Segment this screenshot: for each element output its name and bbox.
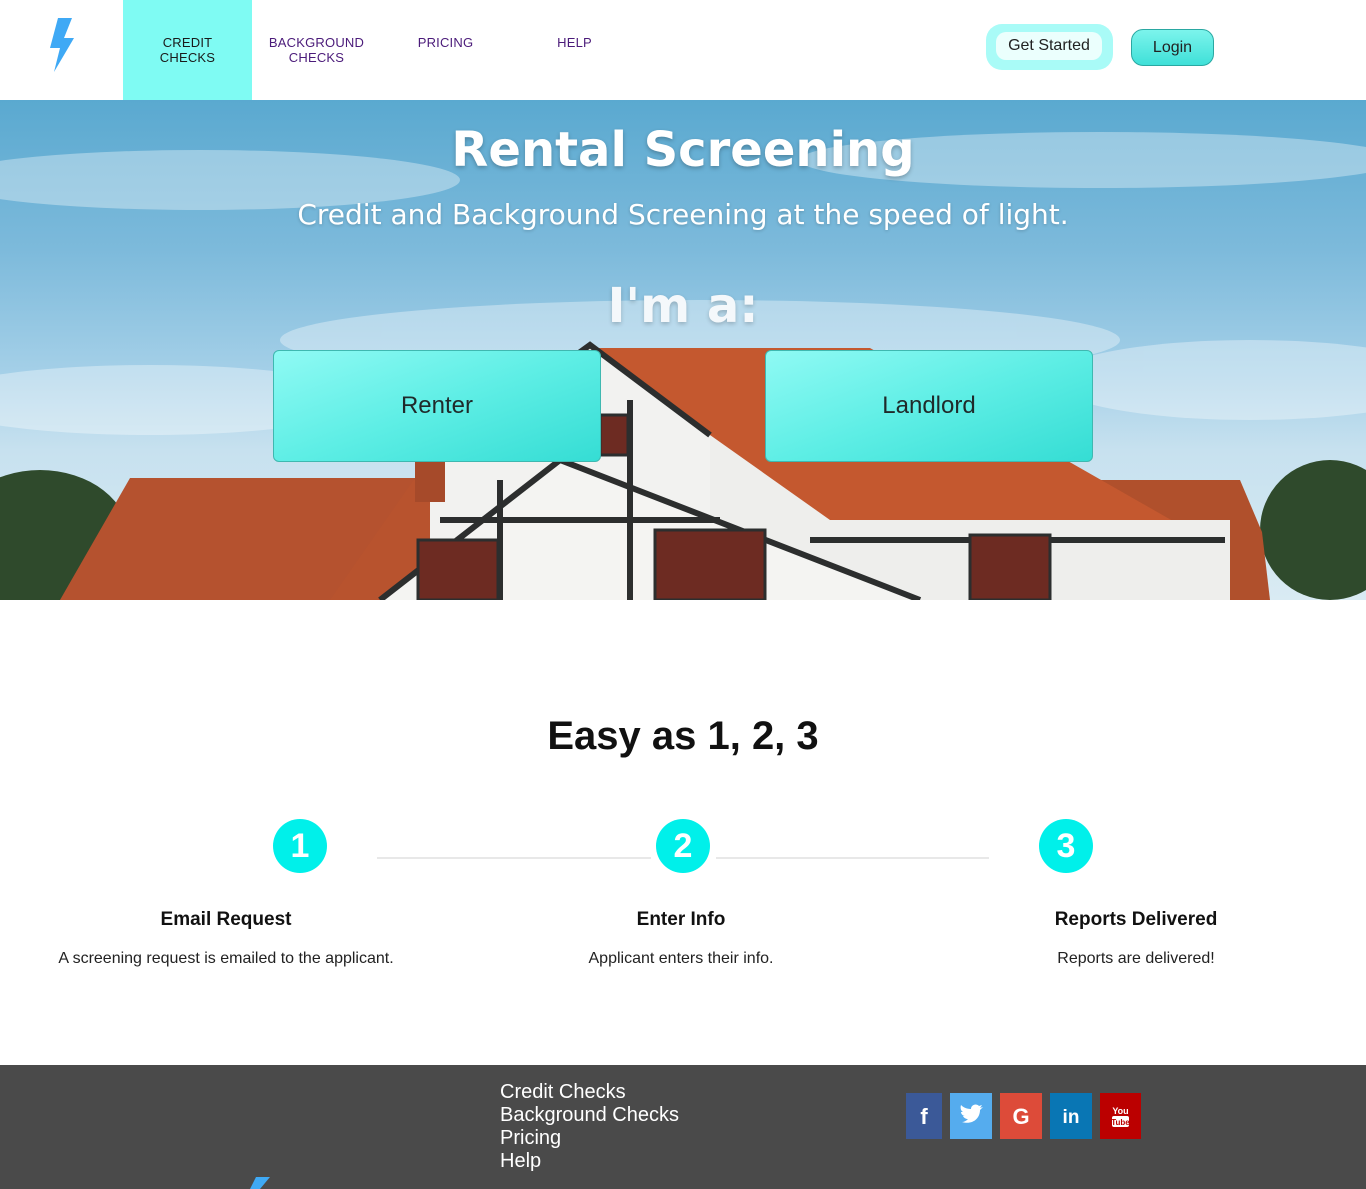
footer-link-help[interactable]: Help bbox=[500, 1150, 679, 1173]
step-1-heading: Email Request bbox=[160, 909, 292, 930]
footer-link-background-checks[interactable]: Background Checks bbox=[500, 1104, 679, 1127]
nav-background-checks-label-1: BACKGROUND bbox=[268, 35, 365, 50]
step-3-heading: Reports Delivered bbox=[1054, 909, 1218, 930]
login-button[interactable]: Login bbox=[1131, 29, 1214, 66]
step-1-text: A screening request is emailed to the ap… bbox=[58, 950, 394, 967]
step-3-badge: 3 bbox=[1039, 819, 1093, 873]
nav-help[interactable]: HELP bbox=[510, 0, 639, 100]
lightning-logo-icon[interactable] bbox=[44, 18, 82, 72]
get-started-button[interactable]: Get Started bbox=[986, 24, 1113, 70]
step-2-heading: Enter Info bbox=[636, 909, 726, 930]
footer-links: Credit Checks Background Checks Pricing … bbox=[500, 1081, 679, 1173]
footer-lightning-logo-icon bbox=[250, 1177, 270, 1189]
nav-credit-checks[interactable]: CREDIT CHECKS bbox=[123, 0, 252, 100]
step-3-text: Reports are delivered! bbox=[1057, 950, 1215, 967]
landlord-button[interactable]: Landlord bbox=[765, 350, 1093, 462]
hero-title: Rental Screening bbox=[451, 122, 915, 178]
footer-link-pricing[interactable]: Pricing bbox=[500, 1127, 679, 1150]
nav-credit-checks-label-1: CREDIT bbox=[162, 35, 213, 50]
hero-banner: Rental Screening Credit and Background S… bbox=[0, 100, 1366, 600]
svg-text:Tube: Tube bbox=[1111, 1118, 1130, 1127]
nav-help-label: HELP bbox=[557, 35, 592, 50]
site-header: CREDIT CHECKS BACKGROUND CHECKS PRICING … bbox=[0, 0, 1366, 100]
nav-background-checks[interactable]: BACKGROUND CHECKS bbox=[252, 0, 381, 100]
step-1-badge: 1 bbox=[273, 819, 327, 873]
svg-text:f: f bbox=[920, 1104, 928, 1129]
nav-pricing[interactable]: PRICING bbox=[381, 0, 510, 100]
youtube-icon[interactable]: You Tube bbox=[1100, 1093, 1141, 1139]
nav-credit-checks-label-2: CHECKS bbox=[159, 50, 216, 65]
site-footer: Credit Checks Background Checks Pricing … bbox=[0, 1065, 1366, 1189]
facebook-icon[interactable]: f bbox=[906, 1093, 942, 1139]
linkedin-icon[interactable]: in bbox=[1050, 1093, 1092, 1139]
renter-button[interactable]: Renter bbox=[273, 350, 601, 462]
twitter-icon[interactable] bbox=[950, 1093, 992, 1139]
footer-link-credit-checks[interactable]: Credit Checks bbox=[500, 1081, 679, 1104]
get-started-label: Get Started bbox=[996, 32, 1102, 60]
svg-text:You: You bbox=[1112, 1106, 1128, 1116]
step-connector bbox=[377, 857, 651, 859]
step-connector bbox=[716, 857, 989, 859]
role-prompt: I'm a: bbox=[607, 278, 759, 334]
nav-background-checks-label-2: CHECKS bbox=[288, 50, 345, 65]
step-2-text: Applicant enters their info. bbox=[588, 950, 774, 967]
nav-pricing-label: PRICING bbox=[417, 35, 474, 50]
hero-subtitle: Credit and Background Screening at the s… bbox=[297, 198, 1069, 231]
step-2-badge: 2 bbox=[656, 819, 710, 873]
steps-title: Easy as 1, 2, 3 bbox=[547, 714, 819, 758]
svg-text:G: G bbox=[1012, 1104, 1029, 1129]
svg-text:in: in bbox=[1063, 1107, 1080, 1128]
google-icon[interactable]: G bbox=[1000, 1093, 1042, 1139]
